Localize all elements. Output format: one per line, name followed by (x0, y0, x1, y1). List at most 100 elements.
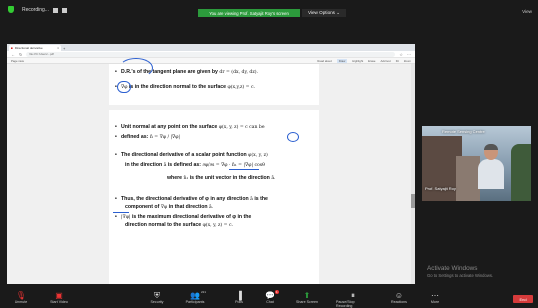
polls-button[interactable]: ▐ Polls (222, 291, 256, 304)
bullet-text: defined as: (121, 134, 149, 140)
video-tile[interactable]: Remote Sensing Centre Prof. Satyajit Roy (422, 126, 531, 201)
pause-recording-icon[interactable] (52, 7, 58, 13)
bullet-text: direction normal to the surface (125, 222, 202, 228)
recording-indicator: Recording... (18, 7, 67, 13)
toolbar-erase[interactable]: Erase (368, 59, 375, 63)
control-label: Unmute (14, 300, 28, 304)
participant-video (478, 144, 504, 189)
control-label: Start Video (50, 300, 68, 304)
toolbar-fit[interactable]: Fit (396, 59, 399, 63)
screen-share-banner: You are viewing Prof. Satyajit Roy's scr… (198, 9, 300, 17)
scrollbar-thumb[interactable] (411, 194, 415, 208)
bullet-text: is the maximum directional derivative of… (131, 214, 252, 220)
tab-title: Directional derivative (14, 46, 43, 50)
back-icon[interactable]: ← (11, 52, 15, 57)
browser-tab[interactable]: ■ Directional derivative × (9, 45, 61, 51)
video-off-icon: ▣ (55, 291, 63, 300)
windows-activation-watermark: Activate Windows Go to Settings to activ… (427, 265, 493, 278)
bullet-thus-cont: component of ∇φ in that direction ā. (125, 204, 214, 210)
scrollbar[interactable] (411, 64, 415, 284)
bullet-text: is defined as: (167, 162, 201, 168)
bullet-max-dd: • |∇φ| is the maximum directional deriva… (115, 214, 252, 220)
polls-icon: ▐ (236, 291, 242, 300)
participants-icon: 👥 (190, 291, 200, 300)
toolbar-highlight[interactable]: Highlight (352, 59, 363, 63)
activate-title: Activate Windows (427, 265, 478, 272)
control-label: Reactions (391, 300, 407, 304)
toolbar-zoom[interactable]: Zoom (404, 59, 411, 63)
new-tab-icon[interactable]: + (63, 46, 65, 51)
control-label: Chat (266, 300, 274, 304)
bullet-math: n̂ = ∇φ / |∇φ| (149, 135, 180, 140)
bullet-math: φ(x, y, z) = c. (202, 223, 234, 228)
bullet-text: component of (125, 204, 160, 210)
share-screen-icon: ⬆ (303, 291, 311, 300)
end-meeting-button[interactable]: End (513, 295, 533, 303)
start-video-button[interactable]: ▣ Start Video (42, 291, 76, 304)
url-field[interactable]: file:///C:/Users/...pdf (26, 51, 396, 57)
chat-button[interactable]: 💬 Chat (253, 291, 287, 304)
shield-icon[interactable] (8, 6, 14, 13)
toolbar-draw[interactable]: Draw (336, 58, 348, 63)
bullet-math: φ(x, y, z) (248, 153, 268, 158)
bullet-text: The directional derivative of a scalar p… (121, 152, 247, 158)
microphone-muted-icon: 🎙 (15, 291, 27, 300)
ink-underline (229, 169, 259, 170)
ink-annotation (287, 132, 299, 142)
bullet-unit-normal-def: • defined as: n̂ = ∇φ / |∇φ| (115, 134, 180, 140)
refresh-icon[interactable]: ↻ (19, 52, 22, 57)
control-label: Participants (185, 300, 205, 304)
shield-icon: ⛨ (154, 291, 160, 300)
pause-icon: ⏸ (351, 291, 355, 300)
control-label: Security (150, 300, 164, 304)
bullet-math: φ(x,y,z) = c. (227, 85, 256, 90)
menu-icon[interactable]: ⋯ (407, 52, 411, 57)
bullet-grad-normal: • ∇φ is in the direction normal to the s… (115, 84, 256, 90)
view-options-button[interactable]: View Options ⌄ (302, 9, 347, 17)
bullet-directional-derivative: • The directional derivative of a scalar… (115, 152, 268, 158)
activate-subtitle: Go to Settings to activate Windows. (427, 273, 494, 278)
ink-underline (113, 212, 129, 213)
chat-icon: 💬 (265, 291, 275, 300)
ink-annotation (117, 81, 131, 93)
bullet-math: |∇φ| (121, 215, 131, 220)
more-button[interactable]: ⋯ More (418, 291, 452, 304)
bullet-unit-normal: • Unit normal at any point on the surfac… (115, 124, 265, 130)
close-icon[interactable]: × (57, 46, 59, 50)
security-button[interactable]: ⛨ Security (140, 291, 174, 304)
pdf-page: • D.R.'s of the tangent plane are given … (109, 58, 319, 105)
bullet-where: where n̂₁ is the unit vector in the dire… (167, 175, 276, 181)
reactions-button[interactable]: ☺ Reactions (382, 291, 416, 304)
bullet-text: Unit normal at any point on the surface (121, 124, 218, 130)
participants-count: 221 (201, 290, 207, 294)
participants-button[interactable]: 👥 Participants (178, 291, 212, 304)
recording-label: Recording... (22, 7, 49, 13)
toolbar-read-aloud[interactable]: Read aloud (317, 59, 331, 63)
more-icon: ⋯ (431, 291, 439, 300)
bullet-math: dr = (dx, dy, dz). (219, 70, 258, 75)
bullet-thus: • Thus, the directional derivative of φ … (115, 196, 268, 202)
favorite-icon[interactable]: ☆ (399, 52, 403, 57)
chat-badge: 1 (275, 290, 279, 294)
smiley-icon: ☺ (394, 291, 404, 300)
unmute-button[interactable]: 🎙 Unmute (4, 291, 38, 304)
toolbar-page-view[interactable]: Page view (11, 59, 24, 63)
shared-browser-window: ■ Directional derivative × + ← ↻ file://… (7, 44, 415, 284)
pdf-viewer[interactable]: • D.R.'s of the tangent plane are given … (7, 58, 415, 284)
tab-bar: ■ Directional derivative × + (7, 44, 415, 51)
participant-name: Prof. Satyajit Roy (425, 186, 456, 191)
pdf-icon: ■ (11, 46, 13, 50)
control-label: Share Screen (296, 300, 318, 304)
view-button[interactable]: View (522, 9, 532, 14)
video-overlay-text: Remote Sensing Centre (442, 129, 485, 134)
bullet-text: is in the direction normal to the surfac… (128, 84, 227, 90)
bullet-math: φ(x, y, z) = c can be (218, 125, 265, 130)
address-bar: ← ↻ file:///C:/Users/...pdf ☆ ⋯ (7, 51, 415, 58)
toolbar-add-text[interactable]: Add text (380, 59, 390, 63)
pause-stop-recording-button[interactable]: ⏸ Pause/Stop Recording (336, 291, 370, 308)
bullet-text: Thus, the directional derivative of φ in… (121, 196, 249, 202)
stop-recording-icon[interactable] (61, 7, 67, 13)
bullet-math: ∂φ/∂s = ∇φ · n̂₁ = |∇φ| cosθ (202, 163, 265, 168)
control-label: Polls (235, 300, 243, 304)
share-screen-button[interactable]: ⬆ Share Screen (290, 291, 324, 304)
